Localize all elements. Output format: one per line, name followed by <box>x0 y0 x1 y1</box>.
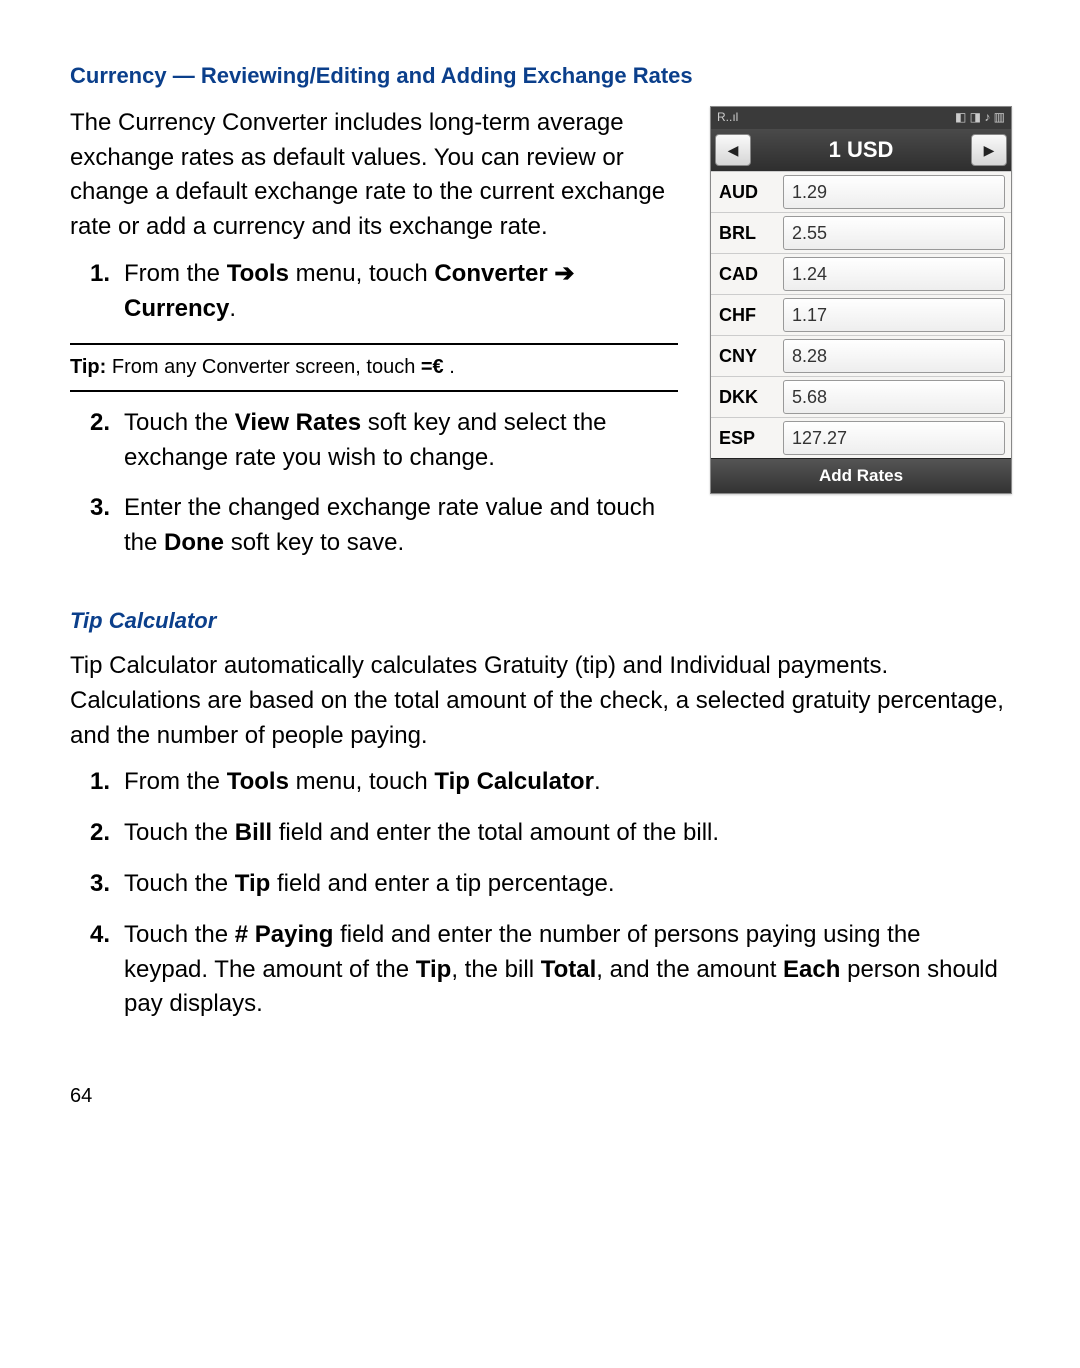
rate-value-field[interactable]: 1.17 <box>783 298 1005 332</box>
rate-row: CAD1.24 <box>711 253 1011 294</box>
rate-code: BRL <box>711 220 783 246</box>
rate-row: CHF1.17 <box>711 294 1011 335</box>
rate-row: AUD1.29 <box>711 171 1011 212</box>
rate-value-field[interactable]: 1.29 <box>783 175 1005 209</box>
rate-code: CHF <box>711 302 783 328</box>
section-heading-currency: Currency — Reviewing/Editing and Adding … <box>70 60 1010 92</box>
tip-step-1: From the Tools menu, touch Tip Calculato… <box>70 765 1010 800</box>
rate-value-field[interactable]: 1.24 <box>783 257 1005 291</box>
rate-value-field[interactable]: 127.27 <box>783 421 1005 455</box>
tip-callout: Tip: From any Converter screen, touch =€… <box>70 343 678 392</box>
rate-value-field[interactable]: 8.28 <box>783 339 1005 373</box>
rate-code: AUD <box>711 179 783 205</box>
rate-value-field[interactable]: 2.55 <box>783 216 1005 250</box>
phone-title: 1 USD <box>755 134 967 166</box>
triangle-left-icon: ◀ <box>728 140 739 160</box>
phone-screenshot: R..ıl ◧ ◨ ♪ ▥ ◀ 1 USD ▶ AUD1.29BRL2.55CA… <box>710 106 1012 494</box>
tip-step-4: Touch the # Paying field and enter the n… <box>70 918 1010 1022</box>
tip-calc-intro: Tip Calculator automatically calculates … <box>70 649 1010 753</box>
rate-list: AUD1.29BRL2.55CAD1.24CHF1.17CNY8.28DKK5.… <box>711 171 1011 458</box>
tip-step-3: Touch the Tip field and enter a tip perc… <box>70 867 1010 902</box>
section-heading-tip-calculator: Tip Calculator <box>70 605 1010 637</box>
rate-value-field[interactable]: 5.68 <box>783 380 1005 414</box>
currency-icon: =€ <box>421 353 444 382</box>
prev-currency-button[interactable]: ◀ <box>715 134 751 166</box>
rate-code: ESP <box>711 425 783 451</box>
triangle-right-icon: ▶ <box>984 140 995 160</box>
rate-code: DKK <box>711 384 783 410</box>
phone-status-bar: R..ıl ◧ ◨ ♪ ▥ <box>711 107 1011 129</box>
rate-row: CNY8.28 <box>711 335 1011 376</box>
rate-code: CNY <box>711 343 783 369</box>
add-rates-softkey[interactable]: Add Rates <box>711 458 1011 493</box>
rate-row: BRL2.55 <box>711 212 1011 253</box>
page-number: 64 <box>70 1082 1010 1111</box>
rate-code: CAD <box>711 261 783 287</box>
status-icons: ◧ ◨ ♪ ▥ <box>955 109 1005 126</box>
rate-row: DKK5.68 <box>711 376 1011 417</box>
currency-step-2: Touch the View Rates soft key and select… <box>70 406 678 476</box>
currency-intro: The Currency Converter includes long-ter… <box>70 106 678 245</box>
tip-step-2: Touch the Bill field and enter the total… <box>70 816 1010 851</box>
currency-step-3: Enter the changed exchange rate value an… <box>70 491 678 561</box>
rate-row: ESP127.27 <box>711 417 1011 458</box>
next-currency-button[interactable]: ▶ <box>971 134 1007 166</box>
currency-step-1: From the Tools menu, touch Converter ➔ C… <box>70 257 678 327</box>
signal-icon: R..ıl <box>717 109 738 126</box>
